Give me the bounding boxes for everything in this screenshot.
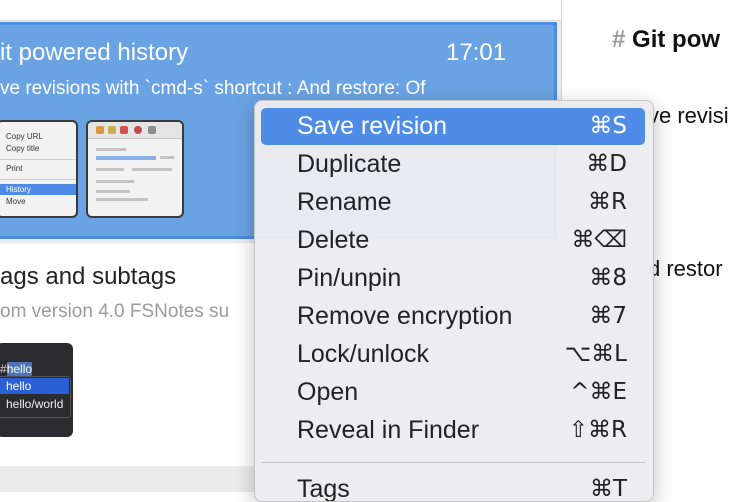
editor-heading[interactable]: # Git pow xyxy=(612,26,720,54)
note-thumbnail-menu: Copy URL Copy title Print History Move xyxy=(0,120,78,218)
heading-hash: # xyxy=(612,26,626,53)
thumb-text-line xyxy=(96,168,124,171)
menu-item-shortcut: ⌘R xyxy=(588,189,627,215)
thumb-text-line xyxy=(132,168,172,171)
context-menu: Save revision ⌘S Duplicate ⌘D Rename ⌘R … xyxy=(254,100,654,502)
thumb-tag-row: hello/world xyxy=(6,397,64,411)
menu-item-shortcut: ⌘T xyxy=(589,476,627,502)
thumb-text-line xyxy=(96,148,126,151)
menu-item-label: Reveal in Finder xyxy=(297,416,480,444)
menu-item-rename[interactable]: Rename ⌘R xyxy=(261,184,645,221)
note-title: it powered history xyxy=(0,39,189,66)
menu-item-remove-encryption[interactable]: Remove encryption ⌘7 xyxy=(261,298,645,335)
menu-item-label: Duplicate xyxy=(297,150,402,178)
menu-item-label: Tags xyxy=(297,475,350,502)
thumb-progress xyxy=(96,156,156,160)
hash-prefix: # xyxy=(0,362,7,376)
toolbar-icon xyxy=(108,126,116,134)
note-thumbnail-window xyxy=(86,120,184,218)
toolbar-icon xyxy=(120,126,128,134)
menu-item-label: Rename xyxy=(297,188,392,216)
thumb-text-line xyxy=(96,190,130,193)
heading-text: Git pow xyxy=(632,26,721,53)
thumb-tag-row: hello xyxy=(0,378,69,394)
thumb-text-line xyxy=(96,198,148,201)
thumb-menu-item: Copy title xyxy=(6,144,40,153)
thumb-divider xyxy=(0,159,76,160)
thumb-text-line xyxy=(160,156,174,159)
menu-item-label: Remove encryption xyxy=(297,302,513,330)
list-top-strip xyxy=(0,0,561,21)
menu-separator xyxy=(261,462,645,463)
menu-item-shortcut: ⇧⌘R xyxy=(568,417,627,443)
menu-item-shortcut: ⌘8 xyxy=(589,265,627,291)
toolbar-icon xyxy=(148,126,156,134)
note-title: ags and subtags xyxy=(0,263,177,290)
menu-item-tags[interactable]: Tags ⌘T xyxy=(261,471,645,502)
note-excerpt: om version 4.0 FSNotes su xyxy=(0,301,230,322)
menu-item-shortcut: ⌘D xyxy=(586,151,627,177)
toolbar-icon xyxy=(134,126,142,134)
menu-item-shortcut: ⌥⌘L xyxy=(564,341,627,367)
menu-item-label: Delete xyxy=(297,226,370,254)
menu-item-shortcut: ⌘⌫ xyxy=(571,227,627,253)
thumb-menu-item: Print xyxy=(6,164,23,173)
menu-item-label: Lock/unlock xyxy=(297,340,430,368)
menu-item-label: Pin/unpin xyxy=(297,264,402,292)
note-excerpt: ve revisions with `cmd-s` shortcut : And… xyxy=(0,78,426,99)
menu-item-lock-unlock[interactable]: Lock/unlock ⌥⌘L xyxy=(261,336,645,373)
menu-item-reveal-in-finder[interactable]: Reveal in Finder ⇧⌘R xyxy=(261,412,645,449)
menu-item-shortcut: ^⌘E xyxy=(570,379,627,405)
thumb-divider xyxy=(0,179,76,180)
menu-item-label: Save revision xyxy=(297,112,448,140)
menu-item-shortcut: ⌘S xyxy=(589,113,627,139)
thumb-toolbar xyxy=(88,122,182,139)
thumb-menu-item: History xyxy=(6,185,31,194)
toolbar-icon xyxy=(96,126,104,134)
thumb-tag-input: #hello xyxy=(0,362,33,376)
note-thumbnail-tags: #hello hello hello/world xyxy=(0,343,73,437)
note-time: 17:01 xyxy=(446,39,507,66)
menu-item-duplicate[interactable]: Duplicate ⌘D xyxy=(261,146,645,183)
hash-selected: hello xyxy=(6,362,33,376)
menu-item-open[interactable]: Open ^⌘E xyxy=(261,374,645,411)
menu-item-label: Open xyxy=(297,378,359,406)
menu-item-save-revision[interactable]: Save revision ⌘S xyxy=(261,108,645,145)
editor-line[interactable]: d restor xyxy=(648,256,723,282)
thumb-menu-item: Move xyxy=(6,197,26,206)
thumb-menu-item: Copy URL xyxy=(6,132,43,141)
menu-item-pin-unpin[interactable]: Pin/unpin ⌘8 xyxy=(261,260,645,297)
editor-line[interactable]: ve revisi xyxy=(648,103,729,129)
menu-item-shortcut: ⌘7 xyxy=(589,303,627,329)
menu-item-delete[interactable]: Delete ⌘⌫ xyxy=(261,222,645,259)
thumb-text-line xyxy=(96,180,134,183)
